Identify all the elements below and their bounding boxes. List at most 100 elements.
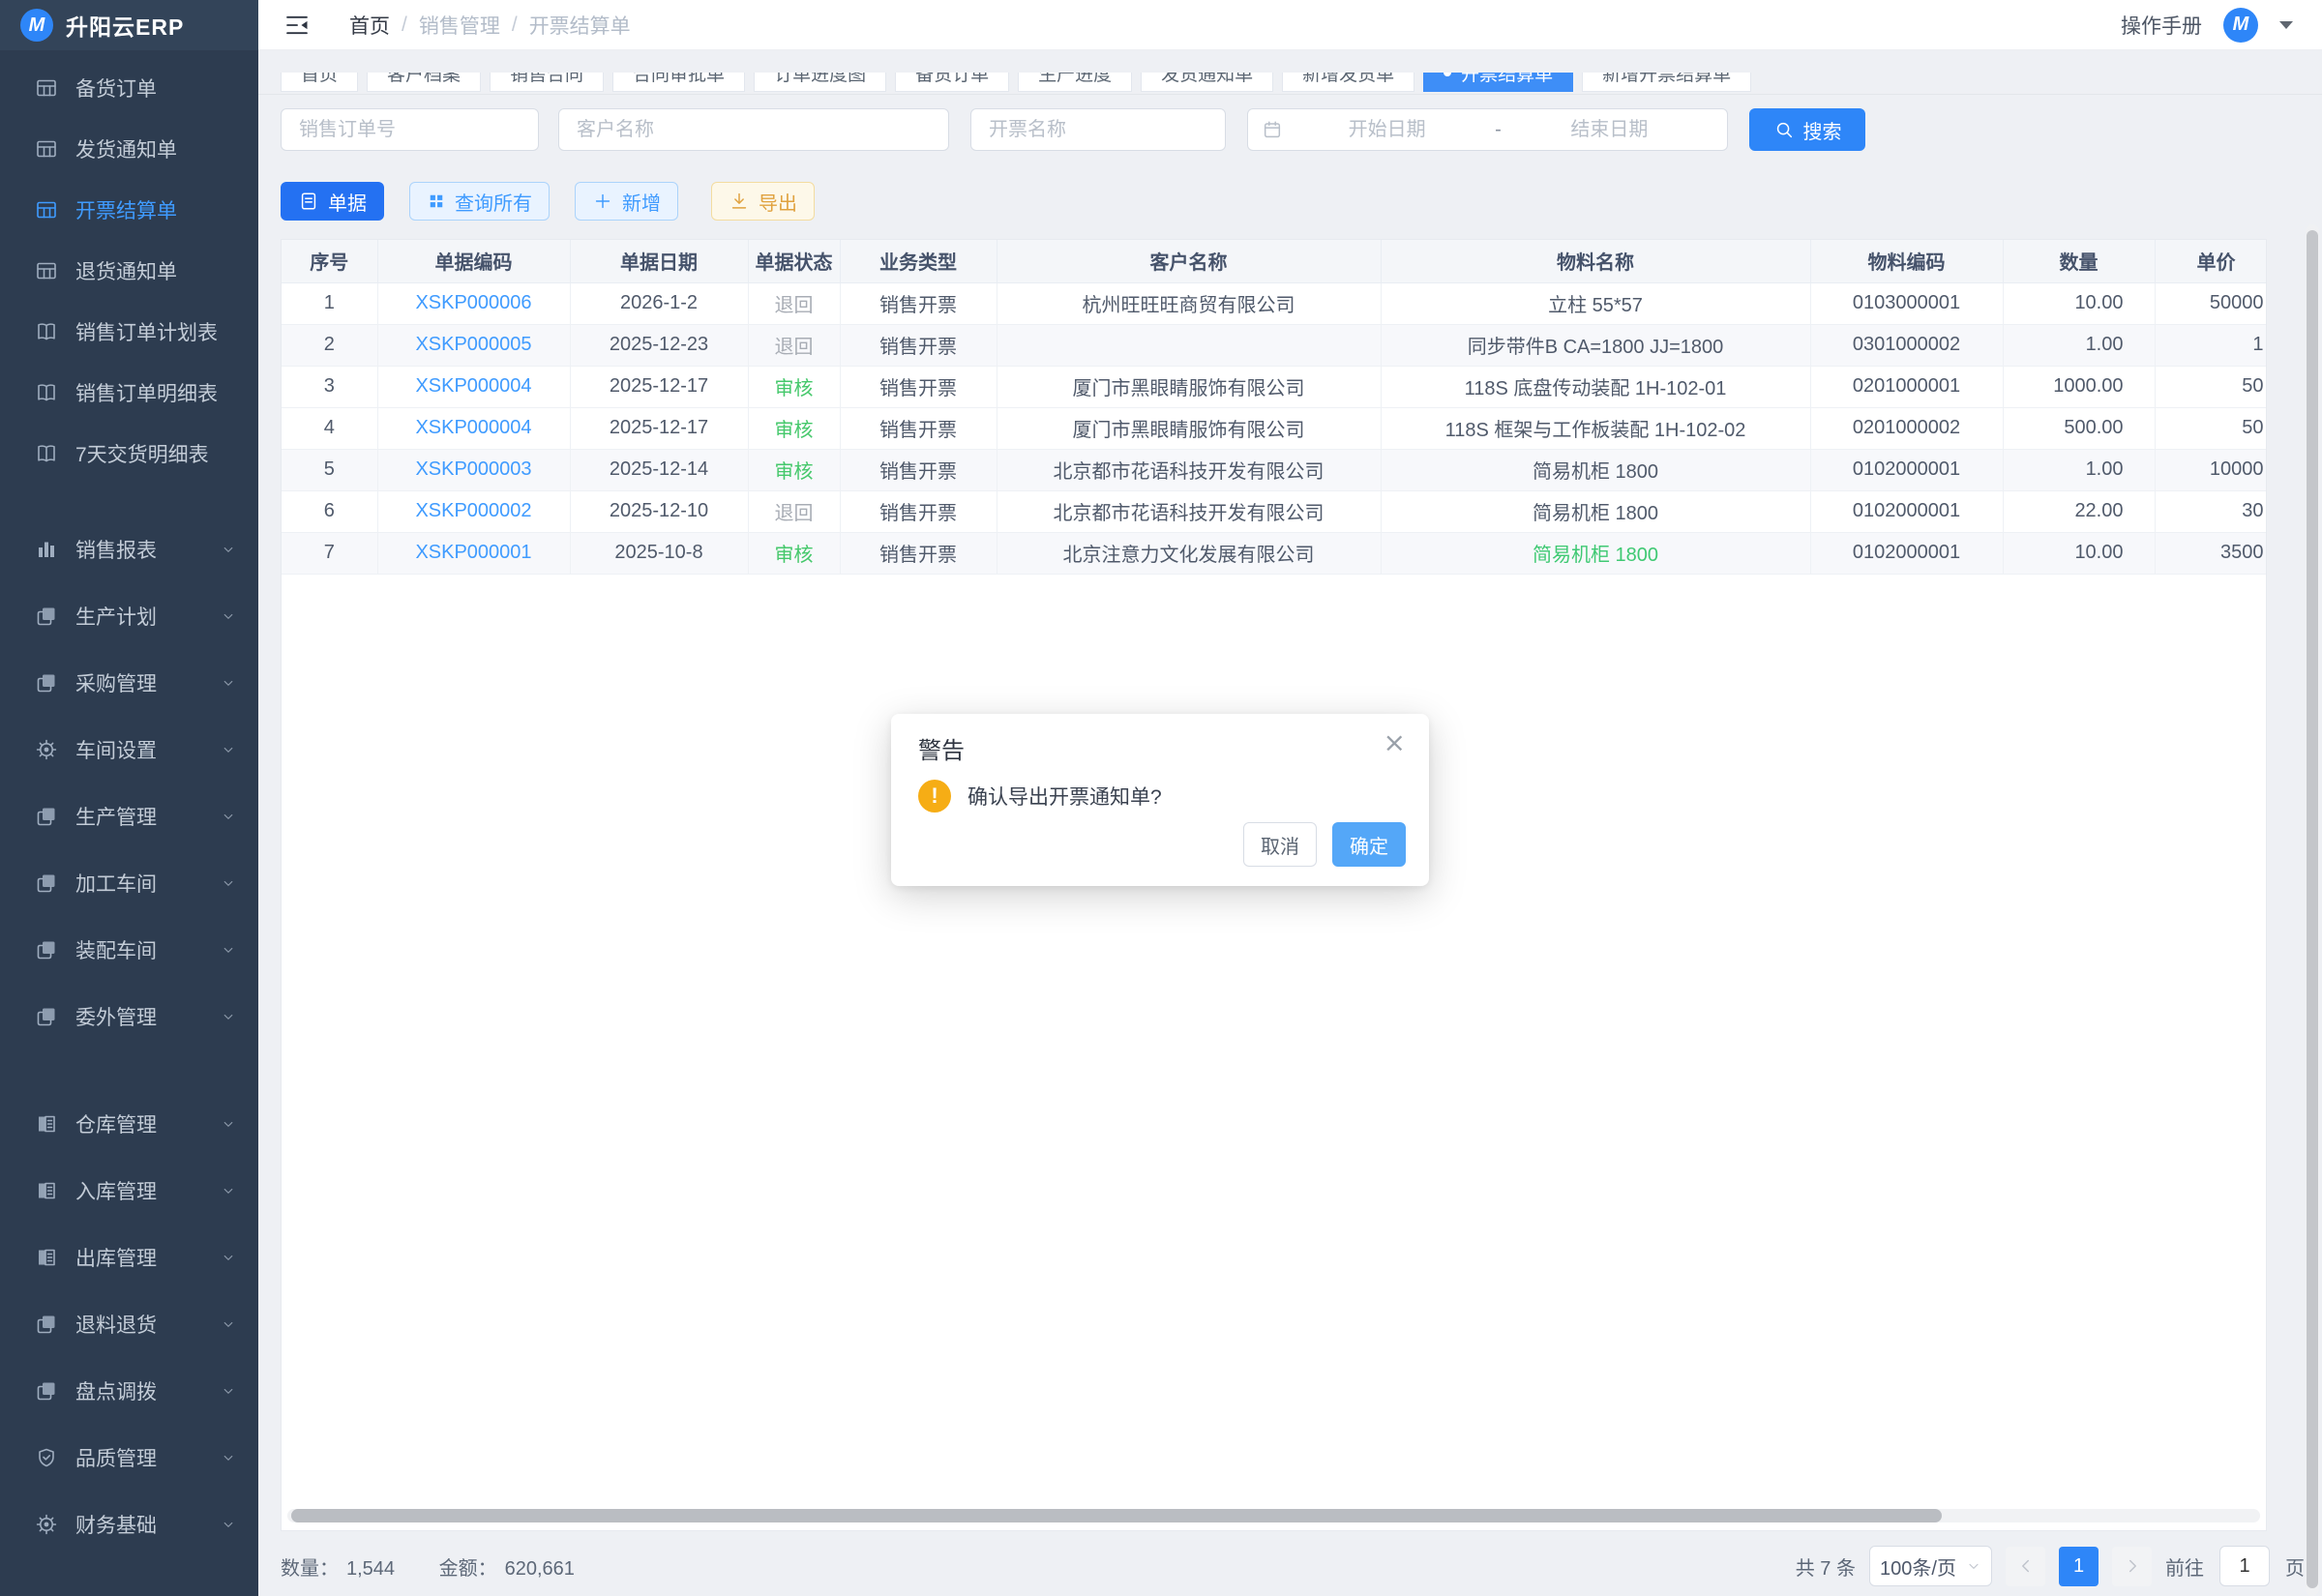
tab[interactable]: 订单进度图 bbox=[754, 73, 886, 92]
page-size-select[interactable]: 100条/页 bbox=[1869, 1546, 1992, 1586]
sidebar-item[interactable]: 销售订单计划表 bbox=[0, 301, 258, 362]
sidebar-item[interactable]: 出库管理 bbox=[0, 1224, 258, 1290]
confirm-button[interactable]: 确定 bbox=[1332, 822, 1406, 867]
sidebar-item[interactable]: 盘点调拨 bbox=[0, 1357, 258, 1424]
sidebar-item-label: 生产管理 bbox=[75, 802, 220, 831]
table-cell: 22.00 bbox=[2003, 490, 2155, 532]
table-cell: 审核 bbox=[748, 366, 840, 407]
next-page-button[interactable] bbox=[2112, 1547, 2152, 1586]
export-button[interactable]: 导出 bbox=[711, 182, 815, 221]
doc-number-link[interactable]: XSKP000001 bbox=[415, 542, 531, 563]
sidebar-item[interactable]: 发货通知单 bbox=[0, 118, 258, 179]
plus-icon bbox=[592, 191, 613, 212]
goto-page-input[interactable] bbox=[2219, 1546, 2270, 1586]
docs-icon bbox=[35, 1313, 58, 1336]
column-header: 单据日期 bbox=[570, 240, 748, 282]
collapse-menu-icon[interactable] bbox=[283, 12, 311, 39]
doc-number-link[interactable]: XSKP000005 bbox=[415, 334, 531, 355]
table-cell: XSKP000006 bbox=[377, 282, 570, 324]
sidebar-item[interactable]: 财务基础 bbox=[0, 1491, 258, 1557]
customer-name-input[interactable] bbox=[558, 108, 949, 151]
sidebar-item[interactable]: 仓库管理 bbox=[0, 1090, 258, 1157]
sidebar-item[interactable]: 7天交货明细表 bbox=[0, 423, 258, 484]
amount-label: 金额： bbox=[439, 1558, 497, 1580]
sidebar-item[interactable]: 生产计划 bbox=[0, 582, 258, 649]
chevron-right-icon bbox=[2122, 1555, 2143, 1577]
table-cell: 3500 bbox=[2155, 532, 2267, 574]
topbar: 首页 / 销售管理 / 开票结算单 操作手册 M bbox=[258, 0, 2322, 50]
table-cell: 500.00 bbox=[2003, 407, 2155, 449]
table-cell: 6 bbox=[282, 490, 377, 532]
end-date-input[interactable] bbox=[1505, 119, 1713, 141]
doc-number-link[interactable]: XSKP000004 bbox=[415, 375, 531, 397]
logo-bar: M 升阳云ERP bbox=[0, 0, 258, 50]
user-menu-caret-icon[interactable] bbox=[2279, 21, 2293, 29]
quantity-value: 1,544 bbox=[346, 1558, 395, 1580]
close-icon[interactable]: × bbox=[1384, 729, 1406, 756]
table-cell: XSKP000005 bbox=[377, 324, 570, 366]
tab[interactable]: 新增发货单 bbox=[1282, 73, 1414, 92]
doc-number-link[interactable]: XSKP000003 bbox=[415, 458, 531, 480]
avatar[interactable]: M bbox=[2223, 8, 2258, 43]
tab[interactable]: 客户档案 bbox=[367, 73, 481, 92]
table-header-row: 序号单据编码单据日期单据状态业务类型客户名称物料名称物料编码数量单价 bbox=[282, 240, 2267, 282]
search-button[interactable]: 搜索 bbox=[1749, 108, 1865, 151]
chevron-left-icon bbox=[2015, 1555, 2037, 1577]
chevron-down-icon bbox=[220, 1449, 237, 1466]
sidebar-item[interactable]: 退料退货 bbox=[0, 1290, 258, 1357]
chart-icon bbox=[35, 538, 58, 561]
doc-number-link[interactable]: XSKP000006 bbox=[415, 292, 531, 313]
table-cell: 销售开票 bbox=[840, 324, 997, 366]
prev-page-button[interactable] bbox=[2006, 1547, 2045, 1586]
sidebar-item[interactable]: 加工车间 bbox=[0, 849, 258, 916]
document-button[interactable]: 单据 bbox=[281, 182, 384, 221]
table-cell: 50000 bbox=[2155, 282, 2267, 324]
vertical-scrollbar-thumb[interactable] bbox=[2307, 230, 2318, 1588]
sidebar-item[interactable]: 退货通知单 bbox=[0, 240, 258, 301]
doc-number-link[interactable]: XSKP000002 bbox=[415, 500, 531, 521]
warning-icon: ! bbox=[918, 780, 951, 813]
sidebar-item-label: 销售报表 bbox=[75, 535, 220, 564]
tab[interactable]: 发货通知单 bbox=[1141, 73, 1273, 92]
sidebar-item[interactable]: 入库管理 bbox=[0, 1157, 258, 1224]
sidebar-item[interactable]: 采购管理 bbox=[0, 649, 258, 716]
tab[interactable]: 首页 bbox=[281, 73, 358, 92]
sidebar-item[interactable]: 备货订单 bbox=[0, 57, 258, 118]
start-date-input[interactable] bbox=[1283, 119, 1491, 141]
table-cell: 2025-12-17 bbox=[570, 366, 748, 407]
cancel-button[interactable]: 取消 bbox=[1243, 822, 1317, 867]
query-all-button[interactable]: 查询所有 bbox=[409, 182, 550, 221]
table-cell: 审核 bbox=[748, 449, 840, 490]
invoice-name-input[interactable] bbox=[970, 108, 1226, 151]
column-header: 单价 bbox=[2155, 240, 2267, 282]
chevron-down-icon bbox=[220, 1115, 237, 1133]
sidebar-item[interactable]: 品质管理 bbox=[0, 1424, 258, 1491]
table-cell: XSKP000004 bbox=[377, 407, 570, 449]
order-no-input[interactable] bbox=[281, 108, 539, 151]
sidebar-item[interactable]: 装配车间 bbox=[0, 916, 258, 983]
tab[interactable]: 生产进度 bbox=[1018, 73, 1132, 92]
breadcrumb-home[interactable]: 首页 bbox=[349, 11, 390, 40]
tab[interactable]: 销售合同 bbox=[490, 73, 604, 92]
table-cell: 同步带件B CA=1800 JJ=1800 bbox=[1381, 324, 1810, 366]
tab[interactable]: 开票结算单 bbox=[1423, 73, 1573, 92]
breadcrumb-sales[interactable]: 销售管理 bbox=[419, 11, 500, 40]
sidebar-item[interactable]: 生产管理 bbox=[0, 783, 258, 849]
tab[interactable]: 新增开票结算单 bbox=[1582, 73, 1751, 92]
sidebar-item[interactable]: 开票结算单 bbox=[0, 179, 258, 240]
doc-number-link[interactable]: XSKP000004 bbox=[415, 417, 531, 438]
sidebar-item-label: 发货通知单 bbox=[75, 134, 237, 163]
sidebar-item[interactable]: 销售订单明细表 bbox=[0, 362, 258, 423]
horizontal-scrollbar[interactable] bbox=[287, 1509, 2260, 1522]
sidebar-item[interactable]: 销售报表 bbox=[0, 516, 258, 582]
sidebar-item[interactable]: 委外管理 bbox=[0, 983, 258, 1049]
manual-link[interactable]: 操作手册 bbox=[2121, 11, 2202, 40]
horizontal-scrollbar-thumb[interactable] bbox=[291, 1509, 1942, 1522]
tab[interactable]: 合同审批单 bbox=[612, 73, 745, 92]
sidebar-item[interactable]: 车间设置 bbox=[0, 716, 258, 783]
table-cell: 销售开票 bbox=[840, 532, 997, 574]
date-range-picker[interactable]: - bbox=[1247, 108, 1728, 151]
tab[interactable]: 备货订单 bbox=[895, 73, 1009, 92]
current-page-button[interactable]: 1 bbox=[2059, 1547, 2099, 1586]
add-button[interactable]: 新增 bbox=[575, 182, 678, 221]
